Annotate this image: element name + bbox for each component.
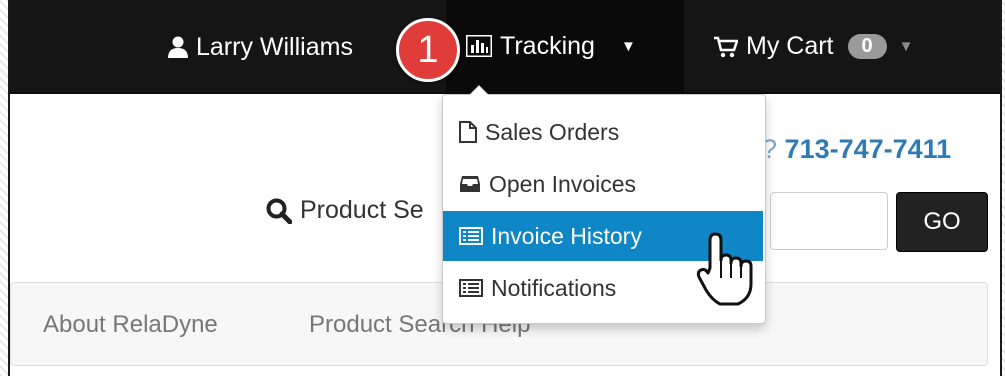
contact-phone: ? 713-747-7411	[762, 134, 951, 165]
cart-icon	[714, 36, 738, 58]
menu-item-open-invoices[interactable]: Open Invoices	[443, 159, 763, 209]
phone-number[interactable]: 713-747-7411	[785, 134, 952, 164]
menu-item-label: Open Invoices	[489, 170, 637, 197]
top-navbar: Larry Williams Tracking ▼ My Cart 0 ▼	[10, 0, 1000, 94]
tracking-label: Tracking	[500, 31, 595, 60]
bar-chart-icon	[466, 35, 492, 57]
product-search: Product Se	[266, 196, 424, 225]
user-name: Larry Williams	[196, 32, 353, 61]
step-number-badge: 1	[396, 18, 460, 82]
cart-menu[interactable]: My Cart 0 ▼	[714, 32, 913, 61]
search-label-text: Product Se	[300, 196, 424, 224]
list-icon	[459, 279, 483, 297]
product-search-label: Product Se	[266, 196, 424, 225]
menu-item-sales-orders[interactable]: Sales Orders	[443, 107, 763, 157]
hand-pointer-icon	[696, 232, 754, 311]
page: Larry Williams Tracking ▼ My Cart 0 ▼ 1 …	[8, 0, 1002, 376]
caret-down-icon: ▼	[620, 37, 636, 55]
menu-item-label: Notifications	[491, 274, 617, 301]
cart-label: My Cart	[746, 32, 834, 60]
menu-item-label: Sales Orders	[485, 118, 620, 145]
search-input[interactable]	[770, 192, 888, 250]
menu-item-label: Invoice History	[491, 222, 642, 249]
search-icon	[266, 198, 292, 224]
user-icon	[168, 36, 188, 58]
cart-count-badge: 0	[847, 34, 887, 59]
caret-down-icon: ▼	[898, 38, 914, 55]
user-menu[interactable]: Larry Williams	[168, 32, 353, 62]
inbox-icon	[459, 175, 481, 193]
subnav-about-reladyne[interactable]: About RelaDyne	[43, 311, 218, 339]
document-icon	[459, 121, 477, 143]
tracking-menu-toggle[interactable]: Tracking ▼	[446, 0, 684, 92]
go-button[interactable]: GO	[896, 192, 988, 252]
list-icon	[459, 227, 483, 245]
